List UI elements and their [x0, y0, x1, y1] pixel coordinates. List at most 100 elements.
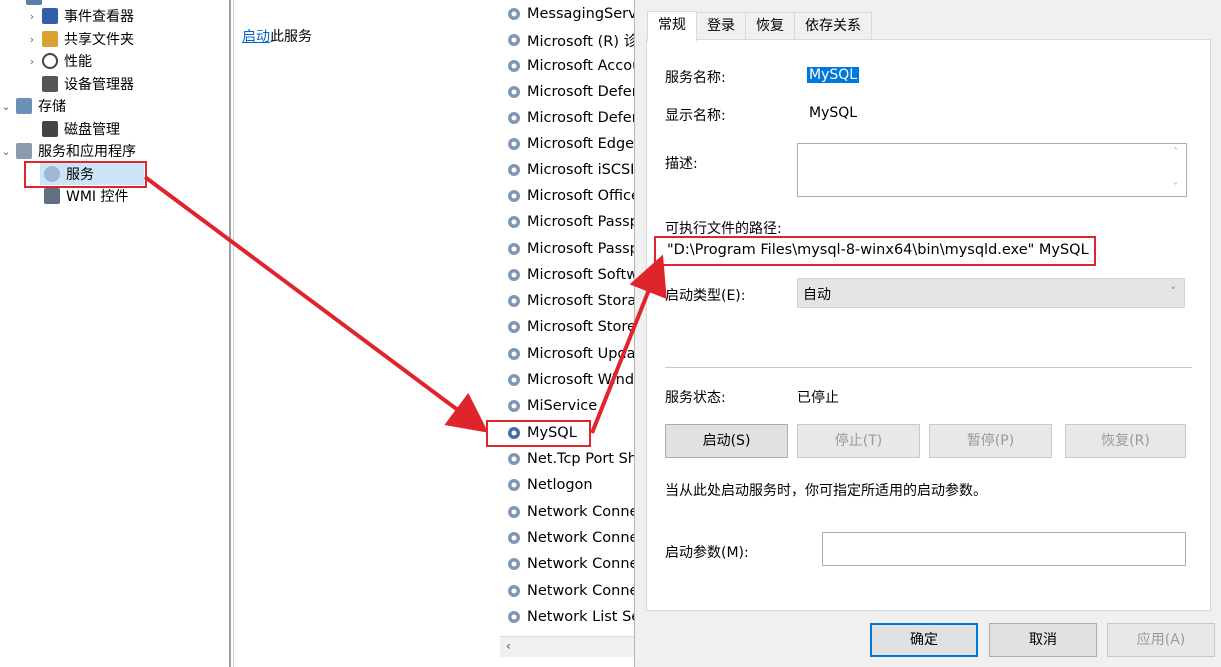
- navigation-tree: › 事件查看器 › 共享文件夹 › 性能 设备管理器 ⌄ 存储 磁盘管理 ⌄ 服…: [0, 0, 230, 667]
- list-item[interactable]: Network Conne: [505, 525, 638, 551]
- list-item[interactable]: Microsoft Accou: [505, 53, 640, 79]
- list-item[interactable]: Microsoft iSCSI: [505, 157, 634, 183]
- service-name: Network Conne: [527, 530, 639, 546]
- service-name-label: 服务名称:: [665, 70, 726, 86]
- tab-logon[interactable]: 登录: [696, 12, 746, 40]
- list-item[interactable]: Microsoft Office: [505, 183, 640, 209]
- start-params-input[interactable]: [822, 532, 1186, 566]
- ok-button[interactable]: 确定: [870, 623, 978, 657]
- list-item[interactable]: MiService: [505, 393, 597, 419]
- services-list: MessagingServi Microsoft (R) 诊 Microsoft…: [500, 0, 640, 667]
- start-button[interactable]: 启动(S): [665, 424, 788, 458]
- splitter[interactable]: [229, 0, 231, 667]
- gear-icon: [505, 345, 523, 363]
- chevron-right-icon[interactable]: ›: [26, 10, 38, 23]
- tree-item-event-viewer[interactable]: › 事件查看器: [26, 5, 134, 27]
- service-name-value[interactable]: MySQL: [807, 67, 860, 83]
- service-name: Microsoft Defer: [527, 110, 638, 126]
- service-name: Microsoft Store: [527, 319, 636, 335]
- tab-dependencies[interactable]: 依存关系: [794, 12, 872, 40]
- list-item[interactable]: Microsoft Windo: [505, 367, 640, 393]
- list-item[interactable]: Microsoft Defer: [505, 79, 638, 105]
- display-name-value[interactable]: MySQL: [809, 105, 857, 121]
- list-item[interactable]: Network List Se: [505, 604, 640, 630]
- list-item[interactable]: Net.Tcp Port Sh: [505, 446, 637, 472]
- chevron-right-icon[interactable]: ›: [26, 55, 38, 68]
- service-status-label: 服务状态:: [665, 390, 726, 406]
- tree-item-label: 设备管理器: [64, 77, 134, 93]
- list-item[interactable]: Network Conne: [505, 551, 638, 577]
- general-pane: 服务名称: MySQL 显示名称: MySQL 描述: ˄ ˅ 可执行文件的路径…: [646, 39, 1211, 611]
- description-field[interactable]: ˄ ˅: [797, 143, 1187, 197]
- list-item[interactable]: Network Conne: [505, 578, 638, 604]
- gear-icon: [505, 503, 523, 521]
- tree-item-shared-folders[interactable]: › 共享文件夹: [26, 28, 134, 50]
- list-item[interactable]: Microsoft Softw: [505, 262, 638, 288]
- chevron-down-icon[interactable]: ⌄: [0, 100, 12, 113]
- list-item[interactable]: Microsoft Edge: [505, 131, 634, 157]
- tree-item-device-manager[interactable]: 设备管理器: [42, 73, 134, 95]
- tree-item-performance[interactable]: › 性能: [26, 50, 92, 72]
- chevron-down-icon: ˅: [1170, 285, 1177, 298]
- dialog-tabs: 常规 登录 恢复 依存关系: [647, 11, 872, 41]
- wmi-icon: [44, 188, 60, 204]
- scroll-down-icon[interactable]: ˅: [1173, 182, 1178, 193]
- chevron-down-icon[interactable]: ⌄: [0, 145, 12, 158]
- resume-button[interactable]: 恢复(R): [1065, 424, 1186, 458]
- gear-icon: [505, 135, 523, 153]
- tree-item-storage[interactable]: ⌄ 存储: [0, 95, 66, 117]
- gear-icon: [505, 31, 523, 49]
- pause-button[interactable]: 暂停(P): [929, 424, 1052, 458]
- scroll-up-icon[interactable]: ˄: [1173, 147, 1178, 158]
- list-item[interactable]: Microsoft Passp: [505, 209, 639, 235]
- stop-button[interactable]: 停止(T): [797, 424, 920, 458]
- list-item[interactable]: Microsoft Passp: [505, 236, 639, 262]
- service-name: Microsoft Edge: [527, 136, 635, 152]
- gear-icon: [505, 529, 523, 547]
- gear-icon: [505, 555, 523, 573]
- apply-button[interactable]: 应用(A): [1107, 623, 1215, 657]
- horizontal-scrollbar[interactable]: ‹: [500, 636, 635, 657]
- start-service-suffix: 此服务: [270, 29, 312, 45]
- list-item[interactable]: MessagingServi: [505, 1, 640, 27]
- list-item[interactable]: Microsoft Defer: [505, 105, 638, 131]
- tree-item-label: 事件查看器: [64, 9, 134, 25]
- annotation-box-services: [24, 161, 147, 188]
- tab-recovery[interactable]: 恢复: [745, 12, 795, 40]
- storage-icon: [16, 98, 32, 114]
- service-name: Net.Tcp Port Sh: [527, 451, 637, 467]
- gear-icon: [505, 187, 523, 205]
- start-service-action: 启动此服务: [242, 26, 312, 46]
- list-item[interactable]: Microsoft (R) 诊: [505, 27, 638, 53]
- service-name: Microsoft Passp: [527, 241, 639, 257]
- gear-icon: [505, 450, 523, 468]
- annotation-box-exe-path: [654, 236, 1096, 266]
- tree-item-wmi-control[interactable]: WMI 控件: [44, 185, 129, 207]
- service-name: Network Conne: [527, 583, 639, 599]
- list-item[interactable]: Netlogon: [505, 472, 593, 498]
- tab-general[interactable]: 常规: [647, 11, 697, 41]
- gear-icon: [505, 109, 523, 127]
- chevron-right-icon[interactable]: ›: [26, 33, 38, 46]
- service-properties-dialog: 常规 登录 恢复 依存关系 服务名称: MySQL 显示名称: MySQL 描述…: [634, 0, 1221, 667]
- scroll-left-icon[interactable]: ‹: [506, 639, 511, 653]
- startup-type-value: 自动: [803, 287, 831, 303]
- list-item[interactable]: Microsoft Storag: [505, 288, 640, 314]
- service-name: Network List Se: [527, 609, 640, 625]
- service-name: Microsoft iSCSI: [527, 162, 635, 178]
- tree-item-disk-management[interactable]: 磁盘管理: [42, 118, 120, 140]
- display-name-label: 显示名称:: [665, 108, 726, 124]
- startup-type-select[interactable]: 自动 ˅: [797, 278, 1185, 308]
- event-viewer-icon: [42, 8, 58, 24]
- start-service-link[interactable]: 启动: [242, 29, 270, 45]
- startup-type-label: 启动类型(E):: [665, 288, 746, 304]
- tree-item-services-and-applications[interactable]: ⌄ 服务和应用程序: [0, 140, 136, 162]
- cancel-button[interactable]: 取消: [989, 623, 1097, 657]
- list-item[interactable]: Microsoft Upda: [505, 341, 636, 367]
- service-name: Microsoft Accou: [527, 58, 640, 74]
- tree-item-label: 服务和应用程序: [38, 144, 136, 160]
- gear-icon: [505, 371, 523, 389]
- list-item[interactable]: Microsoft Store: [505, 314, 636, 340]
- list-item[interactable]: Network Conne: [505, 499, 638, 525]
- description-scrollbar[interactable]: ˄ ˅: [1169, 144, 1186, 196]
